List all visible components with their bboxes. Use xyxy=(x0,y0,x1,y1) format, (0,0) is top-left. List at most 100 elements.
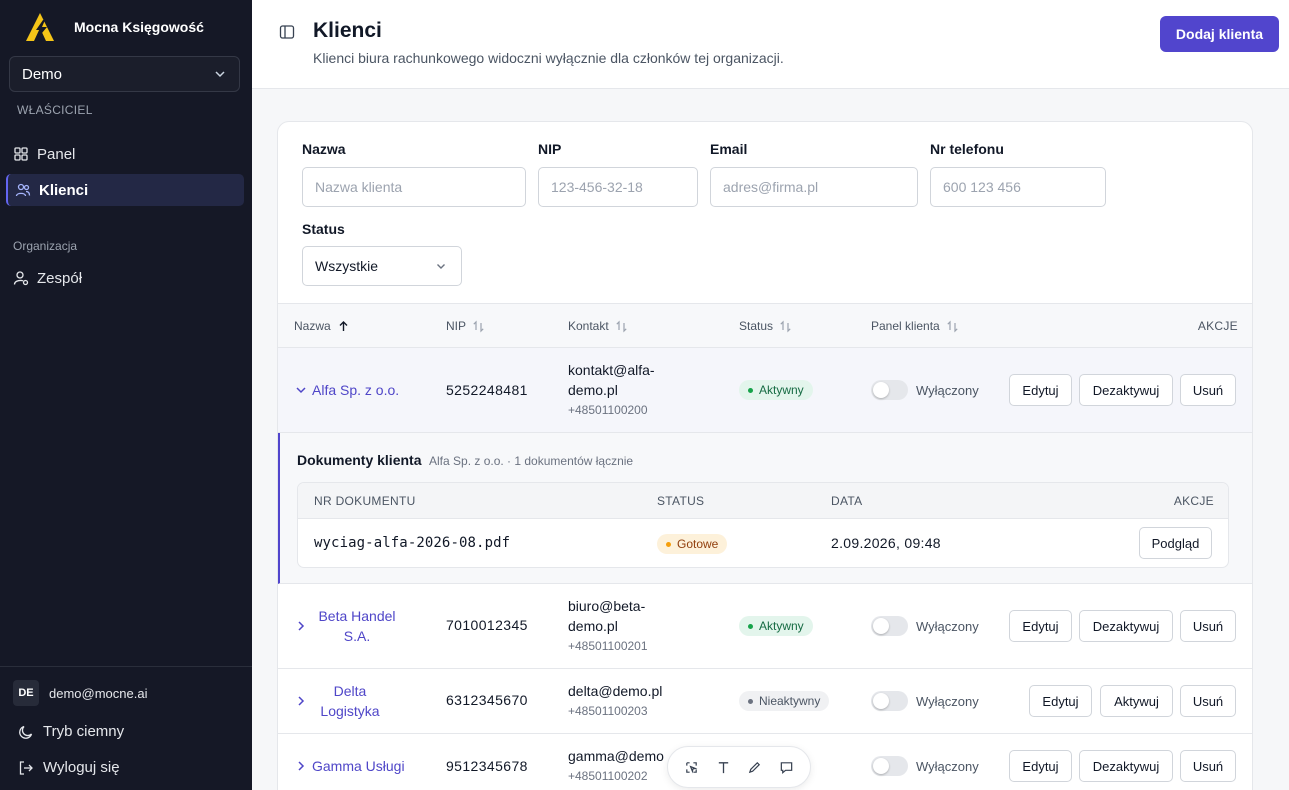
column-contact[interactable]: Kontakt xyxy=(568,319,628,333)
client-phone: +48501100203 xyxy=(568,704,648,718)
phone-filter-input[interactable]: 600 123 456 xyxy=(930,167,1106,207)
organization-select[interactable]: Demo xyxy=(9,56,240,92)
status-text: Gotowe xyxy=(677,537,719,551)
client-panel-toggle[interactable]: Wyłączony xyxy=(871,380,979,400)
select-icon[interactable] xyxy=(684,760,699,775)
filter-nip-label: NIP xyxy=(538,141,562,157)
delete-button[interactable]: Usuń xyxy=(1180,374,1236,406)
client-nip: 7010012345 xyxy=(446,617,528,633)
status-text: Aktywny xyxy=(759,619,804,633)
edit-button[interactable]: Edytuj xyxy=(1009,374,1072,406)
app-name: Mocna Księgowość xyxy=(74,19,204,35)
client-documents-panel: Dokumenty klienta Alfa Sp. z o.o. · 1 do… xyxy=(278,433,1252,584)
avatar: DE xyxy=(13,680,39,706)
toggle-switch[interactable] xyxy=(871,616,908,636)
doc-col-actions: AKCJE xyxy=(1173,494,1214,508)
chevron-right-icon[interactable] xyxy=(294,694,308,708)
preview-button[interactable]: Podgląd xyxy=(1139,527,1212,559)
client-name-cell[interactable]: Delta Logistyka xyxy=(294,681,388,721)
document-name: wyciag-alfa-2026-08.pdf xyxy=(314,535,511,551)
toggle-switch[interactable] xyxy=(871,756,908,776)
table-row[interactable]: Beta Handel S.A. 7010012345 biuro@beta- … xyxy=(278,584,1252,669)
name-filter-input[interactable]: Nazwa klienta xyxy=(302,167,526,207)
doc-col-status: STATUS xyxy=(657,494,705,508)
column-panel[interactable]: Panel klienta xyxy=(871,319,959,333)
client-email: delta@demo.pl xyxy=(568,683,663,699)
sidebar: Mocna Księgowość Demo WŁAŚCICIEL Panel K… xyxy=(0,0,252,790)
sidebar-toggle-icon[interactable] xyxy=(279,24,295,40)
client-name-cell[interactable]: Beta Handel S.A. xyxy=(294,606,402,646)
role-label: WŁAŚCICIEL xyxy=(17,103,93,117)
edit-button[interactable]: Edytuj xyxy=(1009,750,1072,782)
client-name-line: Logistyka xyxy=(320,703,380,719)
dark-mode-button[interactable]: Tryb ciemny xyxy=(18,723,124,740)
chevron-down-icon[interactable] xyxy=(294,383,308,397)
user-email: demo@mocne.ai xyxy=(49,685,148,701)
client-email-cont: demo.pl xyxy=(568,618,618,634)
user-info[interactable]: DE demo@mocne.ai xyxy=(13,680,147,706)
sort-icon xyxy=(616,320,627,332)
status-filter-select[interactable]: Wszystkie xyxy=(302,246,462,286)
document-status-badge: Gotowe xyxy=(657,534,728,554)
status-dot xyxy=(748,698,753,704)
logout-button[interactable]: Wyloguj się xyxy=(18,759,120,776)
sidebar-item-zespol[interactable]: Zespół xyxy=(6,262,244,294)
sort-icon xyxy=(947,320,958,332)
delete-button[interactable]: Usuń xyxy=(1180,685,1236,717)
organization-value: Demo xyxy=(22,65,63,83)
client-panel-toggle[interactable]: Wyłączony xyxy=(871,616,979,636)
toggle-switch[interactable] xyxy=(871,380,908,400)
toggle-label: Wyłączony xyxy=(916,618,979,634)
filter-phone-label: Nr telefonu xyxy=(930,141,1004,157)
client-name-cell[interactable]: Alfa Sp. z o.o. xyxy=(294,380,399,400)
edit-button[interactable]: Edytuj xyxy=(1009,610,1072,642)
column-label: NIP xyxy=(446,319,467,333)
client-contact: biuro@beta- demo.pl +48501100201 xyxy=(568,596,648,656)
table-row[interactable]: Delta Logistyka 6312345670 delta@demo.pl… xyxy=(278,669,1252,734)
status-dot xyxy=(748,387,753,393)
pencil-icon[interactable] xyxy=(747,760,762,775)
chevron-right-icon[interactable] xyxy=(294,759,308,773)
client-name[interactable]: Beta Handel S.A. xyxy=(312,606,402,646)
table-row[interactable]: Alfa Sp. z o.o. 5252248481 kontakt@alfa-… xyxy=(278,348,1252,433)
text-icon[interactable] xyxy=(716,760,731,775)
moon-icon xyxy=(19,725,33,739)
column-status[interactable]: Status xyxy=(739,319,792,333)
users-icon xyxy=(15,183,31,197)
client-email: biuro@beta- xyxy=(568,598,646,614)
deactivate-button[interactable]: Dezaktywuj xyxy=(1079,610,1173,642)
nip-filter-input[interactable]: 123-456-32-18 xyxy=(538,167,698,207)
delete-button[interactable]: Usuń xyxy=(1180,750,1236,782)
client-name[interactable]: Delta Logistyka xyxy=(312,681,388,721)
brand[interactable]: Mocna Księgowość xyxy=(24,12,204,42)
add-client-button[interactable]: Dodaj klienta xyxy=(1160,16,1279,52)
edit-button[interactable]: Edytuj xyxy=(1029,685,1092,717)
status-badge: Aktywny xyxy=(739,380,813,400)
column-label: Status xyxy=(739,319,774,333)
documents-table-header: NR DOKUMENTU STATUS DATA AKCJE xyxy=(298,483,1228,519)
page-title: Klienci xyxy=(313,19,382,42)
table-header: Nazwa NIP Kontakt Status Panel klienta A… xyxy=(278,303,1252,348)
sidebar-item-label: Klienci xyxy=(39,181,89,199)
chevron-down-icon xyxy=(437,264,445,269)
sidebar-item-klienci[interactable]: Klienci xyxy=(6,174,244,206)
client-phone: +48501100201 xyxy=(568,639,648,653)
activate-button[interactable]: Aktywuj xyxy=(1100,685,1173,717)
client-name-cell[interactable]: Gamma Usługi xyxy=(294,756,405,776)
documents-meta: Alfa Sp. z o.o. · 1 dokumentów łącznie xyxy=(429,454,634,468)
toggle-switch[interactable] xyxy=(871,691,908,711)
client-panel-toggle[interactable]: Wyłączony xyxy=(871,691,979,711)
column-nip[interactable]: NIP xyxy=(446,319,485,333)
sidebar-item-panel[interactable]: Panel xyxy=(6,138,244,170)
comment-icon[interactable] xyxy=(779,760,794,775)
sidebar-footer: DE demo@mocne.ai Tryb ciemny Wyloguj się xyxy=(0,666,252,790)
deactivate-button[interactable]: Dezaktywuj xyxy=(1079,374,1173,406)
deactivate-button[interactable]: Dezaktywuj xyxy=(1079,750,1173,782)
client-panel-toggle[interactable]: Wyłączony xyxy=(871,756,979,776)
client-name[interactable]: Alfa Sp. z o.o. xyxy=(312,380,399,400)
client-name[interactable]: Gamma Usługi xyxy=(312,756,405,776)
email-filter-input[interactable]: adres@firma.pl xyxy=(710,167,918,207)
chevron-right-icon[interactable] xyxy=(294,619,308,633)
column-name[interactable]: Nazwa xyxy=(294,319,350,333)
delete-button[interactable]: Usuń xyxy=(1180,610,1236,642)
